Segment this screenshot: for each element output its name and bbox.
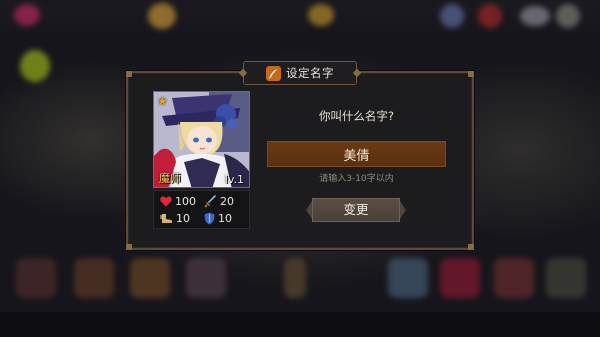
stat-attack-value: 20 <box>220 195 234 208</box>
sword-icon <box>204 195 216 208</box>
stat-speed-value: 10 <box>176 212 190 225</box>
quill-icon <box>266 65 281 81</box>
stat-hp-value: 100 <box>175 195 196 208</box>
name-input[interactable] <box>267 141 446 167</box>
stat-defense: 10 <box>204 212 232 225</box>
dialog-corner <box>126 71 132 77</box>
stat-defense-value: 10 <box>218 212 232 225</box>
stat-hp: 100 <box>160 195 196 208</box>
dialog-title-tab: 设定名字 <box>243 61 357 85</box>
hero-class-label: 魔师 <box>159 172 181 185</box>
dialog-corner <box>126 244 132 250</box>
hero-level-label: lv.1 <box>224 173 244 186</box>
stat-speed: 10 <box>160 212 190 225</box>
dialog-title: 设定名字 <box>286 66 334 80</box>
dialog-corner <box>468 244 474 250</box>
hero-portrait-card: ★ 魔师 lv.1 <box>153 91 250 188</box>
name-length-hint: 请输入3-10字以内 <box>319 174 394 184</box>
change-name-button[interactable]: 变更 <box>306 198 406 222</box>
rarity-star-icon: ★ <box>157 94 168 108</box>
hero-stats-panel: 100 20 10 10 <box>153 190 250 229</box>
dialog-corner <box>468 71 474 77</box>
heart-icon <box>160 196 172 207</box>
boot-icon <box>160 214 173 223</box>
game-scene: 设定名字 ★ 魔师 lv.1 100 20 10 10 你叫什么名字? 美倩 请… <box>0 0 600 337</box>
stat-attack: 20 <box>204 195 234 208</box>
shield-icon <box>204 212 215 225</box>
name-question: 你叫什么名字? <box>318 109 395 123</box>
